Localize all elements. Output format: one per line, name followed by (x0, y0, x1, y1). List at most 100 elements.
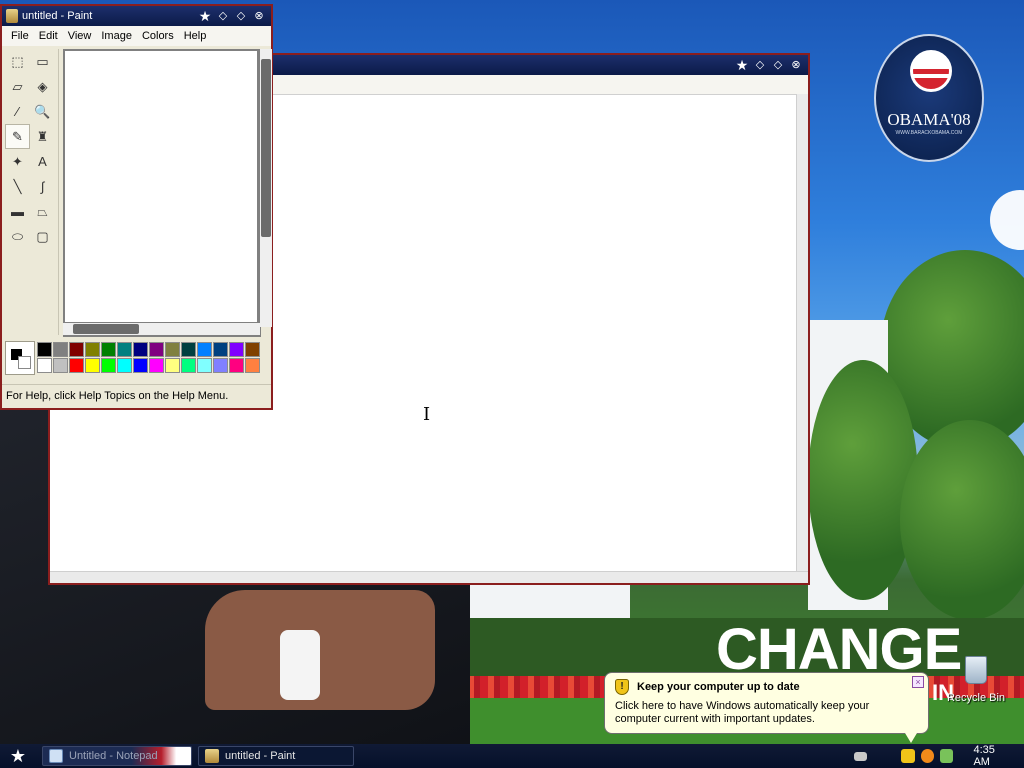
cloud (990, 190, 1024, 250)
pick-color-icon[interactable]: ⁄ (5, 99, 30, 124)
system-tray: 4:35 AM (854, 744, 1024, 768)
taskbar: ★ Untitled - Notepad untitled - Paint 4:… (0, 744, 1024, 768)
color-swatch[interactable] (245, 342, 260, 357)
color-swatch[interactable] (149, 342, 164, 357)
color-swatch[interactable] (133, 342, 148, 357)
balloon-tail (905, 733, 917, 743)
paint-menubar: File Edit View Image Colors Help (2, 26, 271, 46)
fill-icon[interactable]: ◈ (30, 74, 55, 99)
start-button[interactable]: ★ (0, 744, 36, 768)
toolbox: ⬚ ▭ ▱ ◈ ⁄ 🔍 ✎ ♜ ✦ A ╲ ∫ ▬ ⏢ ⬭ ▢ (5, 49, 59, 335)
notepad-horizontal-scrollbar[interactable] (50, 571, 808, 583)
star-icon[interactable]: ★ (197, 9, 213, 23)
paint-titlebar[interactable]: untitled - Paint ★ ◇ ◇ ⊗ (2, 6, 271, 26)
color-swatch[interactable] (213, 342, 228, 357)
canvas-vertical-scrollbar[interactable] (260, 49, 272, 327)
airbrush-icon[interactable]: ✦ (5, 149, 30, 174)
color-swatches (37, 342, 261, 374)
pencil-icon[interactable]: ✎ (5, 124, 30, 149)
paint-icon (205, 749, 219, 763)
maximize-button[interactable]: ◇ (770, 58, 786, 72)
menu-file[interactable]: File (6, 30, 34, 42)
star-icon[interactable]: ★ (734, 58, 750, 72)
paint-window[interactable]: untitled - Paint ★ ◇ ◇ ⊗ File Edit View … (0, 4, 273, 410)
canvas-horizontal-scrollbar[interactable] (63, 323, 260, 335)
taskbar-item-label: Untitled - Notepad (69, 750, 158, 762)
color-swatch[interactable] (69, 342, 84, 357)
curve-icon[interactable]: ∫ (30, 174, 55, 199)
search-icon[interactable] (920, 749, 935, 763)
update-notification[interactable]: ! Keep your computer up to date Click he… (604, 672, 929, 743)
notification-title: Keep your computer up to date (637, 681, 800, 693)
crossed-arms (205, 590, 435, 710)
shirt-cuff (280, 630, 320, 700)
free-form-select-icon[interactable]: ⬚ (5, 49, 30, 74)
color-swatch[interactable] (181, 342, 196, 357)
close-icon[interactable]: × (912, 676, 924, 688)
security-shield-icon[interactable] (901, 749, 915, 763)
maximize-button[interactable]: ◇ (233, 9, 249, 23)
close-button[interactable]: ⊗ (788, 58, 804, 72)
campaign-emblem-icon (910, 50, 952, 92)
recycle-bin-icon (965, 656, 987, 684)
color-swatch[interactable] (149, 358, 164, 373)
rectangle-icon[interactable]: ▬ (5, 199, 30, 224)
rounded-rectangle-icon[interactable]: ▢ (30, 224, 55, 249)
line-icon[interactable]: ╲ (5, 174, 30, 199)
logo-subtext: WWW.BARACKOBAMA.COM (895, 130, 963, 136)
color-swatch[interactable] (85, 342, 100, 357)
color-swatch[interactable] (117, 342, 132, 357)
drawing-canvas[interactable] (65, 51, 257, 322)
color-swatch[interactable] (101, 342, 116, 357)
color-swatch[interactable] (53, 342, 68, 357)
color-swatch[interactable] (245, 358, 260, 373)
select-icon[interactable]: ▭ (30, 49, 55, 74)
menu-colors[interactable]: Colors (137, 30, 179, 42)
brush-icon[interactable]: ♜ (30, 124, 55, 149)
color-swatch[interactable] (101, 358, 116, 373)
color-swatch[interactable] (229, 342, 244, 357)
menu-image[interactable]: Image (96, 30, 137, 42)
color-swatch[interactable] (165, 358, 180, 373)
text-icon[interactable]: A (30, 149, 55, 174)
taskbar-item-notepad[interactable]: Untitled - Notepad (42, 746, 192, 766)
color-swatch[interactable] (197, 358, 212, 373)
eraser-icon[interactable]: ▱ (5, 74, 30, 99)
minimize-button[interactable]: ◇ (215, 9, 231, 23)
color-swatch[interactable] (165, 342, 180, 357)
color-swatch[interactable] (37, 358, 52, 373)
magnifier-icon[interactable]: 🔍 (30, 99, 55, 124)
close-button[interactable]: ⊗ (251, 9, 267, 23)
color-swatch[interactable] (69, 358, 84, 373)
notepad-vertical-scrollbar[interactable] (796, 94, 808, 571)
network-icon[interactable] (940, 749, 954, 763)
color-swatch[interactable] (133, 358, 148, 373)
paint-app-icon (6, 9, 18, 23)
taskbar-item-paint[interactable]: untitled - Paint (198, 746, 354, 766)
color-swatch[interactable] (117, 358, 132, 373)
color-swatch[interactable] (181, 358, 196, 373)
ellipse-icon[interactable]: ⬭ (5, 224, 30, 249)
menu-edit[interactable]: Edit (34, 30, 63, 42)
menu-view[interactable]: View (63, 30, 97, 42)
minimize-button[interactable]: ◇ (752, 58, 768, 72)
color-swatch[interactable] (53, 358, 68, 373)
scroll-thumb[interactable] (73, 324, 139, 334)
notepad-icon (49, 749, 63, 763)
security-shield-icon: ! (615, 679, 629, 695)
scroll-thumb[interactable] (261, 59, 271, 237)
logo-text: OBAMA'08 (887, 110, 971, 129)
color-swatch[interactable] (197, 342, 212, 357)
current-colors (5, 341, 35, 375)
color-swatch[interactable] (213, 358, 228, 373)
color-swatch[interactable] (37, 342, 52, 357)
color-palette (5, 341, 267, 377)
recycle-bin[interactable]: Recycle Bin (944, 656, 1008, 704)
color-swatch[interactable] (85, 358, 100, 373)
menu-help[interactable]: Help (179, 30, 212, 42)
color-swatch[interactable] (229, 358, 244, 373)
canvas-area (63, 49, 261, 337)
notification-body: Click here to have Windows automatically… (615, 700, 870, 725)
polygon-icon[interactable]: ⏢ (30, 199, 55, 224)
keyboard-icon[interactable] (854, 751, 868, 761)
